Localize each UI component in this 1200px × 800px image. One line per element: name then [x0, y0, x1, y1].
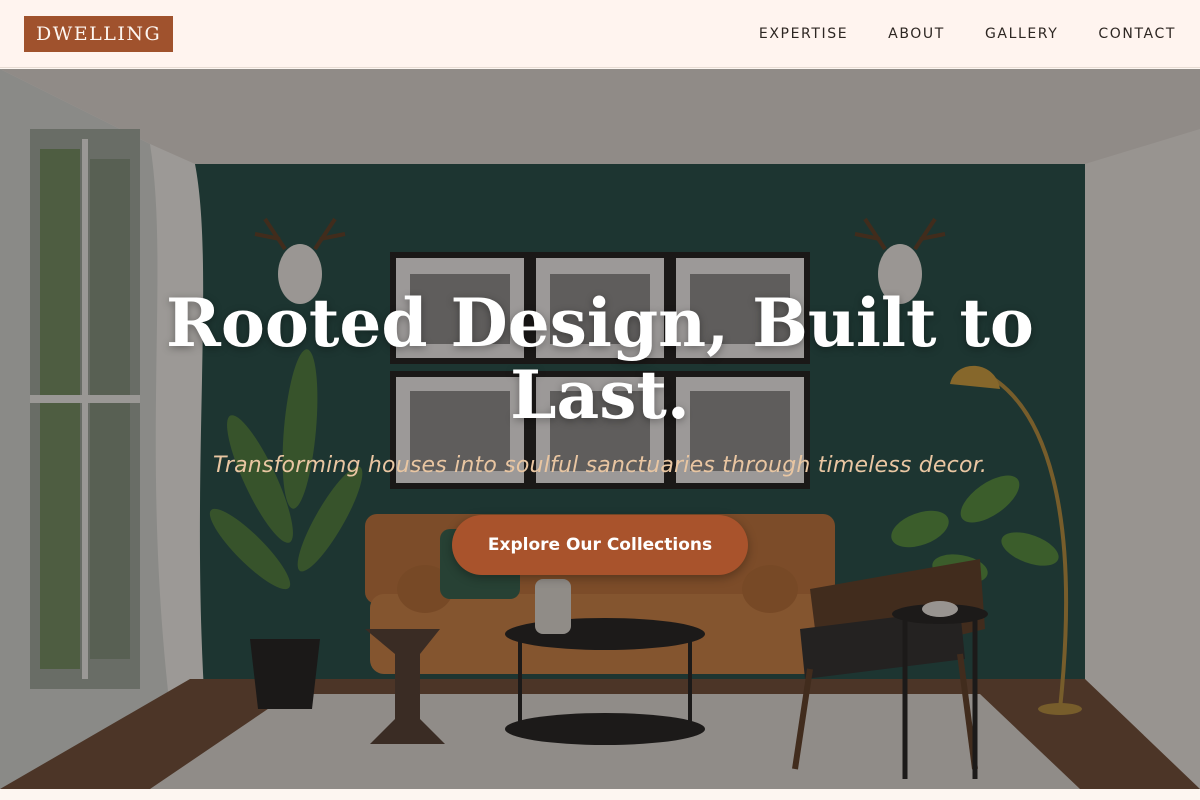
- nav-link-gallery[interactable]: GALLERY: [985, 26, 1058, 42]
- hero-title: Rooted Design, Built to Last.: [166, 284, 1034, 434]
- hero-subtitle: Transforming houses into soulful sanctua…: [212, 453, 988, 478]
- nav-link-expertise[interactable]: EXPERTISE: [759, 26, 848, 42]
- explore-collections-button[interactable]: Explore Our Collections: [452, 515, 748, 575]
- main-nav: EXPERTISE ABOUT GALLERY CONTACT: [719, 26, 1176, 42]
- nav-link-about[interactable]: ABOUT: [888, 26, 945, 42]
- site-header: DWELLING EXPERTISE ABOUT GALLERY CONTACT: [0, 0, 1200, 68]
- nav-link-contact[interactable]: CONTACT: [1098, 26, 1176, 42]
- page-bottom-edge: [0, 789, 1200, 800]
- brand-logo[interactable]: DWELLING: [24, 15, 174, 52]
- hero-section: Rooted Design, Built to Last. Transformi…: [0, 69, 1200, 789]
